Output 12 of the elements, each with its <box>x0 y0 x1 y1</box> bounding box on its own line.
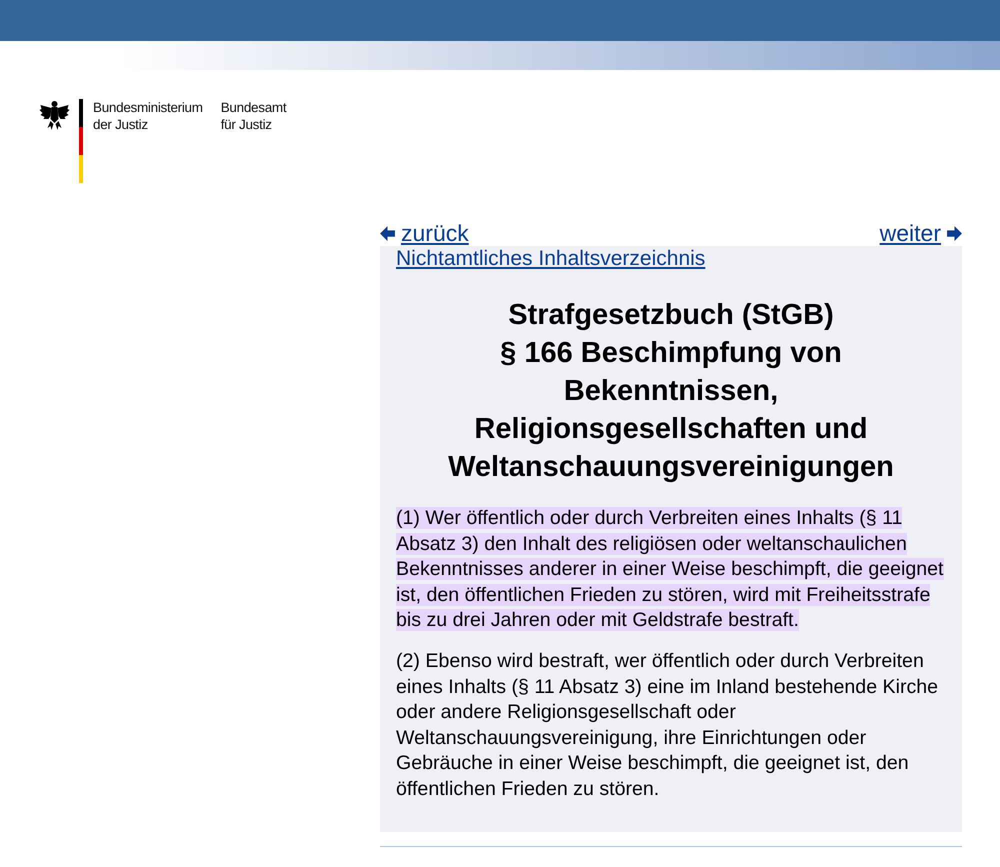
table-of-contents-link[interactable]: Nichtamtliches Inhaltsverzeichnis <box>396 246 706 272</box>
law-paragraph: (1) Wer öffentlich oder durch Verbreiten eines Inhalts (§ 11 Absatz 3) den Inhalt des religiösen oder weltanschaulichen Bekenntnisses anderer in einer Weise beschimpft, die geeignet ist, den öffentlichen Frieden zu stören, wird mit Freiheitsstrafe bis zu drei Jahren oder mit Geldstrafe bestraft. <box>396 506 944 634</box>
law-title: Strafgesetzbuch (StGB) <box>507 298 835 333</box>
back-link[interactable]: zurück <box>380 220 469 246</box>
office-name: Bundesamt für Justiz <box>220 99 286 133</box>
ministry-name: Bundesministerium der Justiz <box>93 99 203 133</box>
eagle-icon <box>39 99 70 131</box>
law-title: § 166 Beschimpfung von Bekenntnissen, Religionsgesellschaften und Weltanschauungsvereinigungen <box>447 336 895 485</box>
left-arrow-icon <box>380 224 395 242</box>
right-arrow-icon <box>947 224 962 242</box>
law-paragraph: (2) Ebenso wird bestraft, wer öffentlich oder durch Verbreiten eines Inhalts (§ 11 Absatz 3) eine im Inland bestehende Kirche oder andere Religionsgesellschaft oder Weltanschauungsvereinigung, ihre Einrichtungen oder Gebräuche in einer Weise beschimpft, die geeignet ist, den öffentlichen Frieden zu stören. <box>396 648 940 802</box>
next-link[interactable]: weiter <box>880 220 962 246</box>
